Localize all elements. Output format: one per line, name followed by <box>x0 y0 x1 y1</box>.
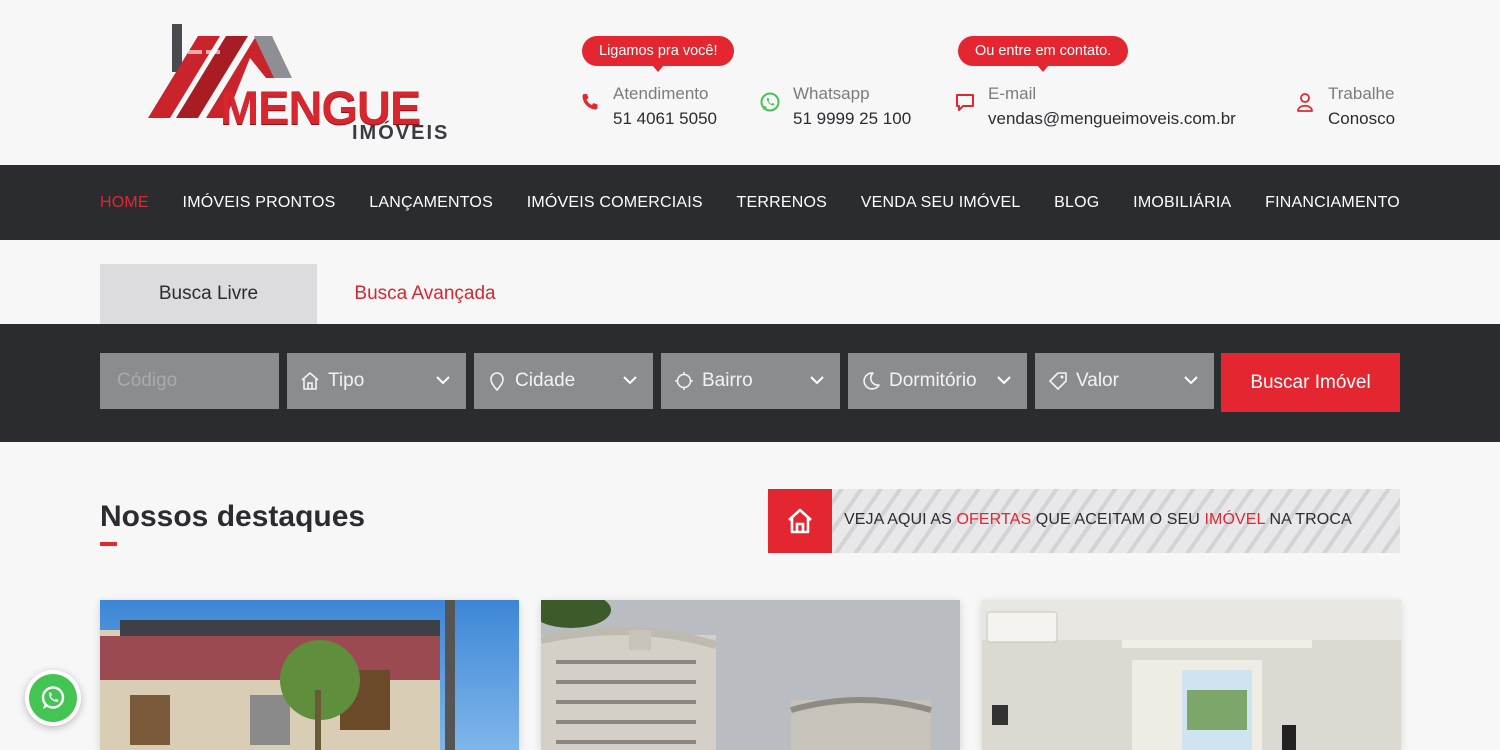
search-bar: Tipo Cidade Bairro Dormitório Valor Busc… <box>0 324 1500 442</box>
banner-text: VEJA AQUI AS OFERTAS QUE ACEITAM O SEU I… <box>844 511 1352 529</box>
tipo-select[interactable]: Tipo <box>287 353 466 409</box>
chevron-down-icon <box>1184 376 1198 385</box>
property-card-1[interactable] <box>100 600 519 750</box>
nav-item-home[interactable]: HOME <box>100 194 149 212</box>
contact-label: Trabalhe <box>1328 84 1395 103</box>
select-label: Tipo <box>328 370 365 391</box>
select-label: Dormitório <box>889 370 977 391</box>
whatsapp-icon <box>41 686 65 709</box>
valor-select[interactable]: Valor <box>1035 353 1214 409</box>
ofertas-troca-banner[interactable]: VEJA AQUI AS OFERTAS QUE ACEITAM O SEU I… <box>768 489 1400 553</box>
contact-label: E-mail <box>988 84 1037 103</box>
banner-text-part: QUE ACEITAM O SEU <box>1031 511 1205 528</box>
contact-value: 51 4061 5050 <box>613 109 717 128</box>
chevron-down-icon <box>436 376 450 385</box>
contact-label: Atendimento <box>613 84 709 103</box>
codigo-field[interactable] <box>100 353 279 409</box>
location-pin-icon <box>490 372 504 391</box>
nav-item-terrenos[interactable]: TERRENOS <box>737 194 828 212</box>
nav-item-venda-seu-imovel[interactable]: VENDA SEU IMÓVEL <box>861 194 1021 212</box>
user-icon <box>1297 93 1313 112</box>
logo-subtitle: IMÓVEIS <box>352 122 450 144</box>
nav-item-imoveis-comerciais[interactable]: IMÓVEIS COMERCIAIS <box>527 194 703 212</box>
moon-icon <box>863 372 880 390</box>
banner-text-part: VEJA AQUI AS <box>844 511 957 528</box>
nav-item-imobiliaria[interactable]: IMOBILIÁRIA <box>1133 194 1231 212</box>
chat-icon <box>956 94 974 111</box>
property-photo <box>100 600 519 750</box>
phone-icon <box>582 94 598 110</box>
nav-item-imoveis-prontos[interactable]: IMÓVEIS PRONTOS <box>183 194 336 212</box>
home-icon <box>788 508 812 534</box>
chevron-down-icon <box>810 376 824 385</box>
contact-value[interactable]: vendas@mengueimoveis.com.br <box>988 109 1236 129</box>
buscar-imovel-button[interactable]: Buscar Imóvel <box>1221 353 1400 412</box>
property-card-3[interactable] <box>982 600 1401 750</box>
target-icon <box>675 372 693 390</box>
whatsapp-float-button[interactable] <box>25 670 81 726</box>
contact-value: 51 9999 25 100 <box>793 109 912 128</box>
tab-busca-avancada[interactable]: Busca Avançada <box>317 264 533 324</box>
dormitorio-select[interactable]: Dormitório <box>848 353 1027 409</box>
nav-item-financiamento[interactable]: FINANCIAMENTO <box>1265 194 1400 212</box>
title-underline <box>100 542 117 546</box>
chevron-down-icon <box>623 376 637 385</box>
site-header: MENGUE IMÓVEIS Ligamos pra você! Ou entr… <box>0 0 1500 165</box>
property-photo <box>541 600 960 750</box>
property-photo <box>982 600 1401 750</box>
section-title: Nossos destaques <box>100 500 366 533</box>
nav-item-blog[interactable]: BLOG <box>1054 194 1099 212</box>
cidade-select[interactable]: Cidade <box>474 353 653 409</box>
home-icon <box>301 372 319 390</box>
banner-text-part: NA TROCA <box>1264 511 1352 528</box>
price-tag-icon <box>1049 372 1067 390</box>
banner-highlight-ofertas: OFERTAS <box>956 511 1032 528</box>
select-label: Bairro <box>702 370 753 391</box>
tab-busca-livre[interactable]: Busca Livre <box>100 264 317 324</box>
whatsapp-float-circle <box>29 674 77 722</box>
main-nav: HOME IMÓVEIS PRONTOS LANÇAMENTOS IMÓVEIS… <box>0 165 1500 240</box>
search-tabs: Busca Livre Busca Avançada <box>100 264 533 324</box>
nav-item-lancamentos[interactable]: LANÇAMENTOS <box>369 194 493 212</box>
banner-highlight-imovel: IMÓVEL <box>1204 511 1265 528</box>
select-label: Cidade <box>515 370 576 391</box>
whatsapp-icon <box>760 92 780 112</box>
callback-bubble[interactable]: Ligamos pra você! <box>582 36 735 72</box>
select-label: Valor <box>1076 370 1119 391</box>
logo[interactable]: MENGUE IMÓVEIS <box>146 22 466 146</box>
contact-value: Conosco <box>1328 109 1396 128</box>
property-card-2[interactable] <box>541 600 960 750</box>
chevron-down-icon <box>997 376 1011 385</box>
bairro-select[interactable]: Bairro <box>661 353 840 409</box>
contact-label: Whatsapp <box>793 84 870 103</box>
codigo-input[interactable] <box>100 353 279 409</box>
contact-bubble[interactable]: Ou entre em contato. <box>958 36 1129 72</box>
banner-icon-box <box>768 489 832 553</box>
